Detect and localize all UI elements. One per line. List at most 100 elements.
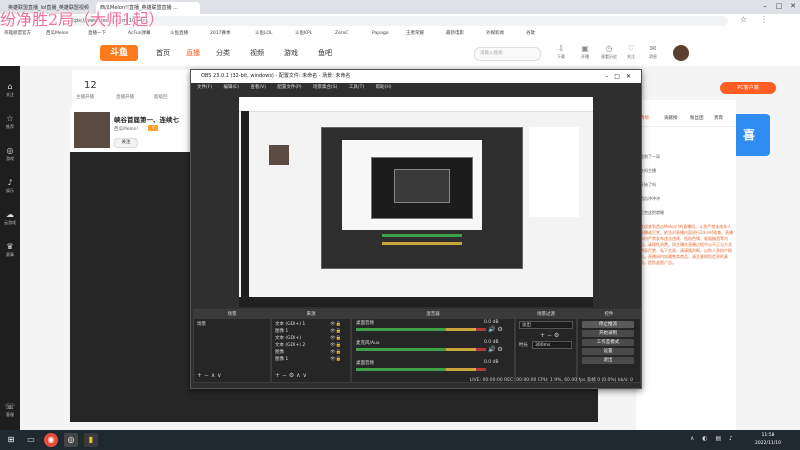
- pc-client-button[interactable]: PC客户端: [720, 82, 776, 94]
- bookmark[interactable]: 斗鱼LOL: [255, 28, 272, 40]
- preview-chat: [529, 127, 579, 217]
- preview-meter: [382, 242, 462, 245]
- service-icon: ☏: [4, 402, 15, 411]
- bookmark[interactable]: ZeroC: [335, 28, 349, 40]
- preview-taskbar: [239, 297, 593, 307]
- preview-nested-obs-3: [394, 169, 450, 203]
- source-item[interactable]: 文本 (GDI+): [275, 335, 301, 341]
- mute-settings-icons[interactable]: 🔊 ⚙: [488, 346, 503, 353]
- menu-help[interactable]: 帮助(H): [376, 85, 392, 90]
- nav-live[interactable]: 直播: [186, 40, 200, 66]
- source-item[interactable]: 图像 1: [275, 356, 288, 362]
- nav-video[interactable]: 视频: [250, 40, 264, 66]
- tab-contribution[interactable]: 贡献榜: [664, 115, 678, 121]
- menu-icon[interactable]: ⋮: [760, 15, 768, 24]
- close-icon[interactable]: ✕: [786, 0, 800, 12]
- sidebar-item-recommend[interactable]: ☆ 推荐: [0, 114, 20, 130]
- maximize-icon[interactable]: □: [772, 0, 786, 12]
- transition-toolbar[interactable]: + − ⚙: [540, 332, 559, 339]
- stats-bar: 12 主播开播 直播开播 超级回: [72, 70, 192, 108]
- source-item[interactable]: 文本 (GDI+) 1: [275, 321, 305, 327]
- nav-category[interactable]: 分类: [216, 40, 230, 66]
- windows-start-icon[interactable]: ⊞: [4, 433, 18, 447]
- obs-status-bar: LIVE: 00:00:00 REC: 00:00:00 CPU: 1.9%, …: [191, 375, 641, 386]
- streamer-name[interactable]: 西瓜Melon!: [114, 126, 138, 132]
- studio-mode-button[interactable]: 工作室模式: [582, 339, 634, 346]
- settings-button[interactable]: 设置: [582, 348, 634, 355]
- bookmark[interactable]: 外媒新闻: [486, 28, 504, 40]
- obs-window[interactable]: OBS 23.0.1 (32-bit, windows) - 配置文件: 未命名…: [190, 69, 642, 389]
- volume-meter: [356, 348, 446, 351]
- follow-room-button[interactable]: 关注: [114, 138, 138, 148]
- chat-line: 在吗主播: [640, 168, 656, 173]
- eye-lock-icons[interactable]: 👁🔒 👁🔒 👁🔒 👁🔒 👁🔒 👁🔒: [330, 321, 341, 363]
- task-view-icon[interactable]: ▭: [24, 433, 38, 447]
- streamer-avatar[interactable]: [74, 112, 110, 148]
- system-clock[interactable]: 11:58 2022/11/10: [740, 432, 796, 448]
- tray-icons[interactable]: ∧ ◐ ▤ ♪: [690, 435, 736, 442]
- follow-button[interactable]: ♡ 关注: [620, 44, 642, 60]
- sidebar-item-service[interactable]: ☏ 客服: [0, 402, 20, 418]
- obs-icon[interactable]: ◎: [64, 433, 78, 447]
- bookmark[interactable]: 最新电影: [446, 28, 464, 40]
- stat-label: 超级回: [154, 95, 168, 100]
- scene-item[interactable]: 场景: [197, 321, 206, 327]
- menu-view[interactable]: 查看(V): [250, 85, 266, 90]
- sidebar-item-cloud[interactable]: ☁ 云游戏: [0, 210, 20, 226]
- obs-preview[interactable]: [239, 97, 593, 307]
- chrome-icon[interactable]: ◉: [44, 433, 58, 447]
- menu-profile[interactable]: 配置文件(P): [277, 85, 301, 90]
- bookmark[interactable]: 王者荣耀: [406, 28, 424, 40]
- site-logo[interactable]: 斗鱼: [100, 45, 138, 61]
- stop-stream-button[interactable]: 停止推流: [582, 321, 634, 328]
- menu-edit[interactable]: 编辑(E): [224, 85, 239, 90]
- history-button[interactable]: ◷ 观看历史: [598, 44, 620, 60]
- camera-icon: ▣: [581, 44, 589, 53]
- download-button[interactable]: ⇩ 下载: [550, 44, 572, 60]
- duration-input[interactable]: 300ms: [532, 341, 572, 349]
- bookmark[interactable]: 谷歌: [526, 28, 535, 40]
- bookmark[interactable]: 2017赛季: [210, 28, 230, 40]
- menu-file[interactable]: 文件(F): [197, 85, 212, 90]
- tab-fans[interactable]: 粉丝团: [690, 115, 704, 121]
- minimize-icon[interactable]: –: [758, 0, 772, 12]
- star-icon[interactable]: ☆: [740, 15, 747, 24]
- message-button[interactable]: ✉ 消息: [642, 44, 664, 60]
- source-item[interactable]: 图像: [275, 349, 284, 355]
- menu-tools[interactable]: 工具(T): [349, 85, 364, 90]
- nav-game[interactable]: 游戏: [284, 40, 298, 66]
- clock-icon: ◷: [605, 44, 613, 53]
- transition-select[interactable]: 淡出: [519, 321, 573, 329]
- start-recording-button[interactable]: 开始录制: [582, 330, 634, 337]
- exit-button[interactable]: 退出: [582, 357, 634, 364]
- source-item[interactable]: 图像 1: [275, 328, 288, 334]
- bookmark[interactable]: 斗鱼直播: [170, 28, 188, 40]
- nav-home[interactable]: 首页: [156, 40, 170, 66]
- sidebar-item-ent[interactable]: ♪ 娱乐: [0, 178, 20, 194]
- preview-meter: [382, 234, 462, 237]
- stat-label: 直播开播: [116, 95, 134, 100]
- user-avatar[interactable]: [673, 45, 689, 61]
- nav-fishbar[interactable]: 鱼吧: [318, 40, 332, 66]
- right-ad-strip: PC客户端 喜: [720, 66, 800, 430]
- stat-value: 12: [84, 80, 97, 91]
- menu-scene-collection[interactable]: 场景集合(S): [313, 85, 337, 90]
- mute-settings-icons[interactable]: 🔊 ⚙: [488, 326, 503, 333]
- sidebar-item-follow[interactable]: ⌂ 关注: [0, 82, 20, 98]
- tab-vip[interactable]: 贵宾: [714, 115, 723, 121]
- mixer-channel-name: 桌面音频: [356, 321, 374, 326]
- sidebar-item-game[interactable]: ◎ 游戏: [0, 146, 20, 162]
- bookmark[interactable]: Papago: [372, 28, 389, 40]
- mixer-channel-db: 0.0 dB: [484, 360, 499, 365]
- broadcast-button[interactable]: ▣ 开播: [574, 44, 596, 60]
- level-badge: 4: [148, 125, 158, 131]
- bookmark[interactable]: 斗鱼KPL: [295, 28, 312, 40]
- volume-meter: [356, 368, 446, 371]
- controls-dock-title: 控件: [578, 310, 640, 319]
- mixer-dock: 混音器 桌面音频 0.0 dB 🔊 ⚙ 麦克风/Aux 0.0 dB 🔊 ⚙ 桌…: [351, 309, 515, 383]
- sidebar-item-match[interactable]: ♛ 赛事: [0, 242, 20, 258]
- app-icon[interactable]: ▮: [84, 433, 98, 447]
- site-search-input[interactable]: 请输入搜索: [474, 47, 541, 61]
- obs-window-controls[interactable]: –□✕: [605, 70, 637, 83]
- source-item[interactable]: 文本 (GDI+) 2: [275, 342, 305, 348]
